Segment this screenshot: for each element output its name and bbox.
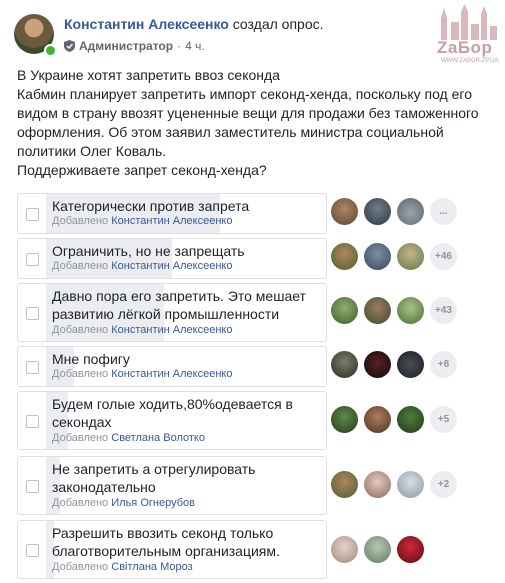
more-voters-button[interactable]: +43 <box>430 297 457 324</box>
added-by-link[interactable]: Илья Огнерубов <box>111 497 195 509</box>
poll-option-added-by: Добавлено Илья Огнерубов <box>52 497 195 509</box>
poll-option-checkbox[interactable] <box>26 543 39 557</box>
post-header: Константин Алексеенко создал опрос. Адми… <box>14 10 494 60</box>
zabor-watermark-logo: ZaБор WWW.ZABOR.ZP.UA <box>435 4 501 66</box>
poll-option-text: Давно пора его запретить. Это мешает раз… <box>52 288 306 322</box>
voter-avatar[interactable] <box>364 536 391 563</box>
poll-option-text: Ограничить, но не запрещать <box>52 243 245 259</box>
added-label: Добавлено <box>52 432 109 444</box>
voter-avatars: +46 <box>331 243 457 270</box>
added-label: Добавлено <box>52 260 109 272</box>
poll-option[interactable]: Ограничить, но не запрещать Добавлено Ко… <box>17 238 327 279</box>
poll-option[interactable]: Не запретить а отрегулировать законодате… <box>17 456 327 515</box>
poll-option-checkbox[interactable] <box>26 414 39 428</box>
added-label: Добавлено <box>52 497 109 509</box>
added-label: Добавлено <box>52 324 109 336</box>
voter-avatar[interactable] <box>331 406 358 433</box>
more-voters-button[interactable]: +5 <box>430 406 457 433</box>
post-meta: Администратор · 4 ч. <box>64 39 205 53</box>
more-voters-button[interactable]: +8 <box>430 351 457 378</box>
poll-option-added-by: Добавлено Светлана Волотко <box>52 432 205 444</box>
poll-option-text: Мне пофигу <box>52 351 130 367</box>
voter-avatar[interactable] <box>397 243 424 270</box>
poll-option-text: Категорически против запрета <box>52 198 250 214</box>
voter-avatars: +8 <box>331 351 457 378</box>
post-timestamp[interactable]: 4 ч. <box>185 39 205 53</box>
author-name-link[interactable]: Константин Алексеенко <box>64 16 229 32</box>
voter-avatar[interactable] <box>397 406 424 433</box>
added-label: Добавлено <box>52 561 109 573</box>
meta-separator: · <box>177 39 182 53</box>
poll-option[interactable]: Давно пора его запретить. Это мешает раз… <box>17 283 327 342</box>
voter-avatar[interactable] <box>331 536 358 563</box>
added-label: Добавлено <box>52 368 109 380</box>
added-by-link[interactable]: Константин Алексеенко <box>111 215 232 227</box>
poll-option-checkbox[interactable] <box>26 360 39 374</box>
voter-avatars: +2 <box>331 471 457 498</box>
poll-option-text: Разрешить ввозить секонд только благотво… <box>52 525 280 559</box>
voter-avatar[interactable] <box>397 297 424 324</box>
voter-avatars <box>331 536 424 563</box>
voter-avatar[interactable] <box>364 243 391 270</box>
poll-option-checkbox[interactable] <box>26 479 39 493</box>
voter-avatar[interactable] <box>331 351 358 378</box>
post-question: Поддерживаете запрет секонд-хенда? <box>17 162 267 178</box>
watermark-url: WWW.ZABOR.ZP.UA <box>441 58 499 64</box>
voter-avatar[interactable] <box>364 351 391 378</box>
voter-avatar[interactable] <box>397 471 424 498</box>
added-by-link[interactable]: Константин Алексеенко <box>111 324 232 336</box>
voter-avatars: ... <box>331 198 457 225</box>
voter-avatar[interactable] <box>397 198 424 225</box>
poll-option-checkbox[interactable] <box>26 306 39 320</box>
voter-avatar[interactable] <box>397 536 424 563</box>
voter-avatars: +5 <box>331 406 457 433</box>
added-by-link[interactable]: Константин Алексеенко <box>111 260 232 272</box>
post-body: В Украине хотят запретить ввоз секонда К… <box>17 66 487 180</box>
voter-avatar[interactable] <box>364 471 391 498</box>
poll-option-text: Не запретить а отрегулировать законодате… <box>52 461 256 495</box>
post-headline: В Украине хотят запретить ввоз секонда <box>17 67 280 83</box>
poll-option-added-by: Добавлено Світлана Мороз <box>52 561 193 573</box>
voter-avatar[interactable] <box>364 198 391 225</box>
poll-option-added-by: Добавлено Константин Алексеенко <box>52 368 232 380</box>
added-by-link[interactable]: Константин Алексеенко <box>111 368 232 380</box>
admin-role-label: Администратор <box>79 39 174 53</box>
voter-avatar[interactable] <box>331 243 358 270</box>
post-action-text: создал опрос. <box>232 16 324 32</box>
voter-avatars: +43 <box>331 297 457 324</box>
city-skyline-icon <box>441 4 497 40</box>
voter-avatar[interactable] <box>397 351 424 378</box>
poll-option-text: Будем голые ходить,80%одевается в секонд… <box>52 396 293 430</box>
author-line: Константин Алексеенко создал опрос. <box>64 16 324 32</box>
poll-option[interactable]: Будем голые ходить,80%одевается в секонд… <box>17 391 327 450</box>
admin-shield-icon <box>64 40 75 52</box>
more-voters-button[interactable]: +46 <box>430 243 457 270</box>
poll-option-added-by: Добавлено Константин Алексеенко <box>52 215 232 227</box>
online-status-indicator <box>44 44 57 57</box>
poll-option-checkbox[interactable] <box>26 207 39 221</box>
voter-avatar[interactable] <box>331 198 358 225</box>
post-paragraph: Кабмин планирует запретить импорт секонд… <box>17 86 479 159</box>
watermark-text: ZaБор <box>437 38 493 57</box>
voter-avatar[interactable] <box>331 297 358 324</box>
voter-avatar[interactable] <box>364 406 391 433</box>
poll-option[interactable]: Категорически против запрета Добавлено К… <box>17 193 327 234</box>
poll-option[interactable]: Разрешить ввозить секонд только благотво… <box>17 520 327 579</box>
poll-option-added-by: Добавлено Константин Алексеенко <box>52 260 232 272</box>
poll-option-checkbox[interactable] <box>26 252 39 266</box>
more-voters-button[interactable]: +2 <box>430 471 457 498</box>
poll-option-added-by: Добавлено Константин Алексеенко <box>52 324 232 336</box>
voter-avatar[interactable] <box>331 471 358 498</box>
poll-option[interactable]: Мне пофигу Добавлено Константин Алексеен… <box>17 346 327 387</box>
voter-avatar[interactable] <box>364 297 391 324</box>
more-voters-button[interactable]: ... <box>430 198 457 225</box>
added-by-link[interactable]: Светлана Волотко <box>111 432 205 444</box>
added-by-link[interactable]: Світлана Мороз <box>111 561 192 573</box>
added-label: Добавлено <box>52 215 109 227</box>
